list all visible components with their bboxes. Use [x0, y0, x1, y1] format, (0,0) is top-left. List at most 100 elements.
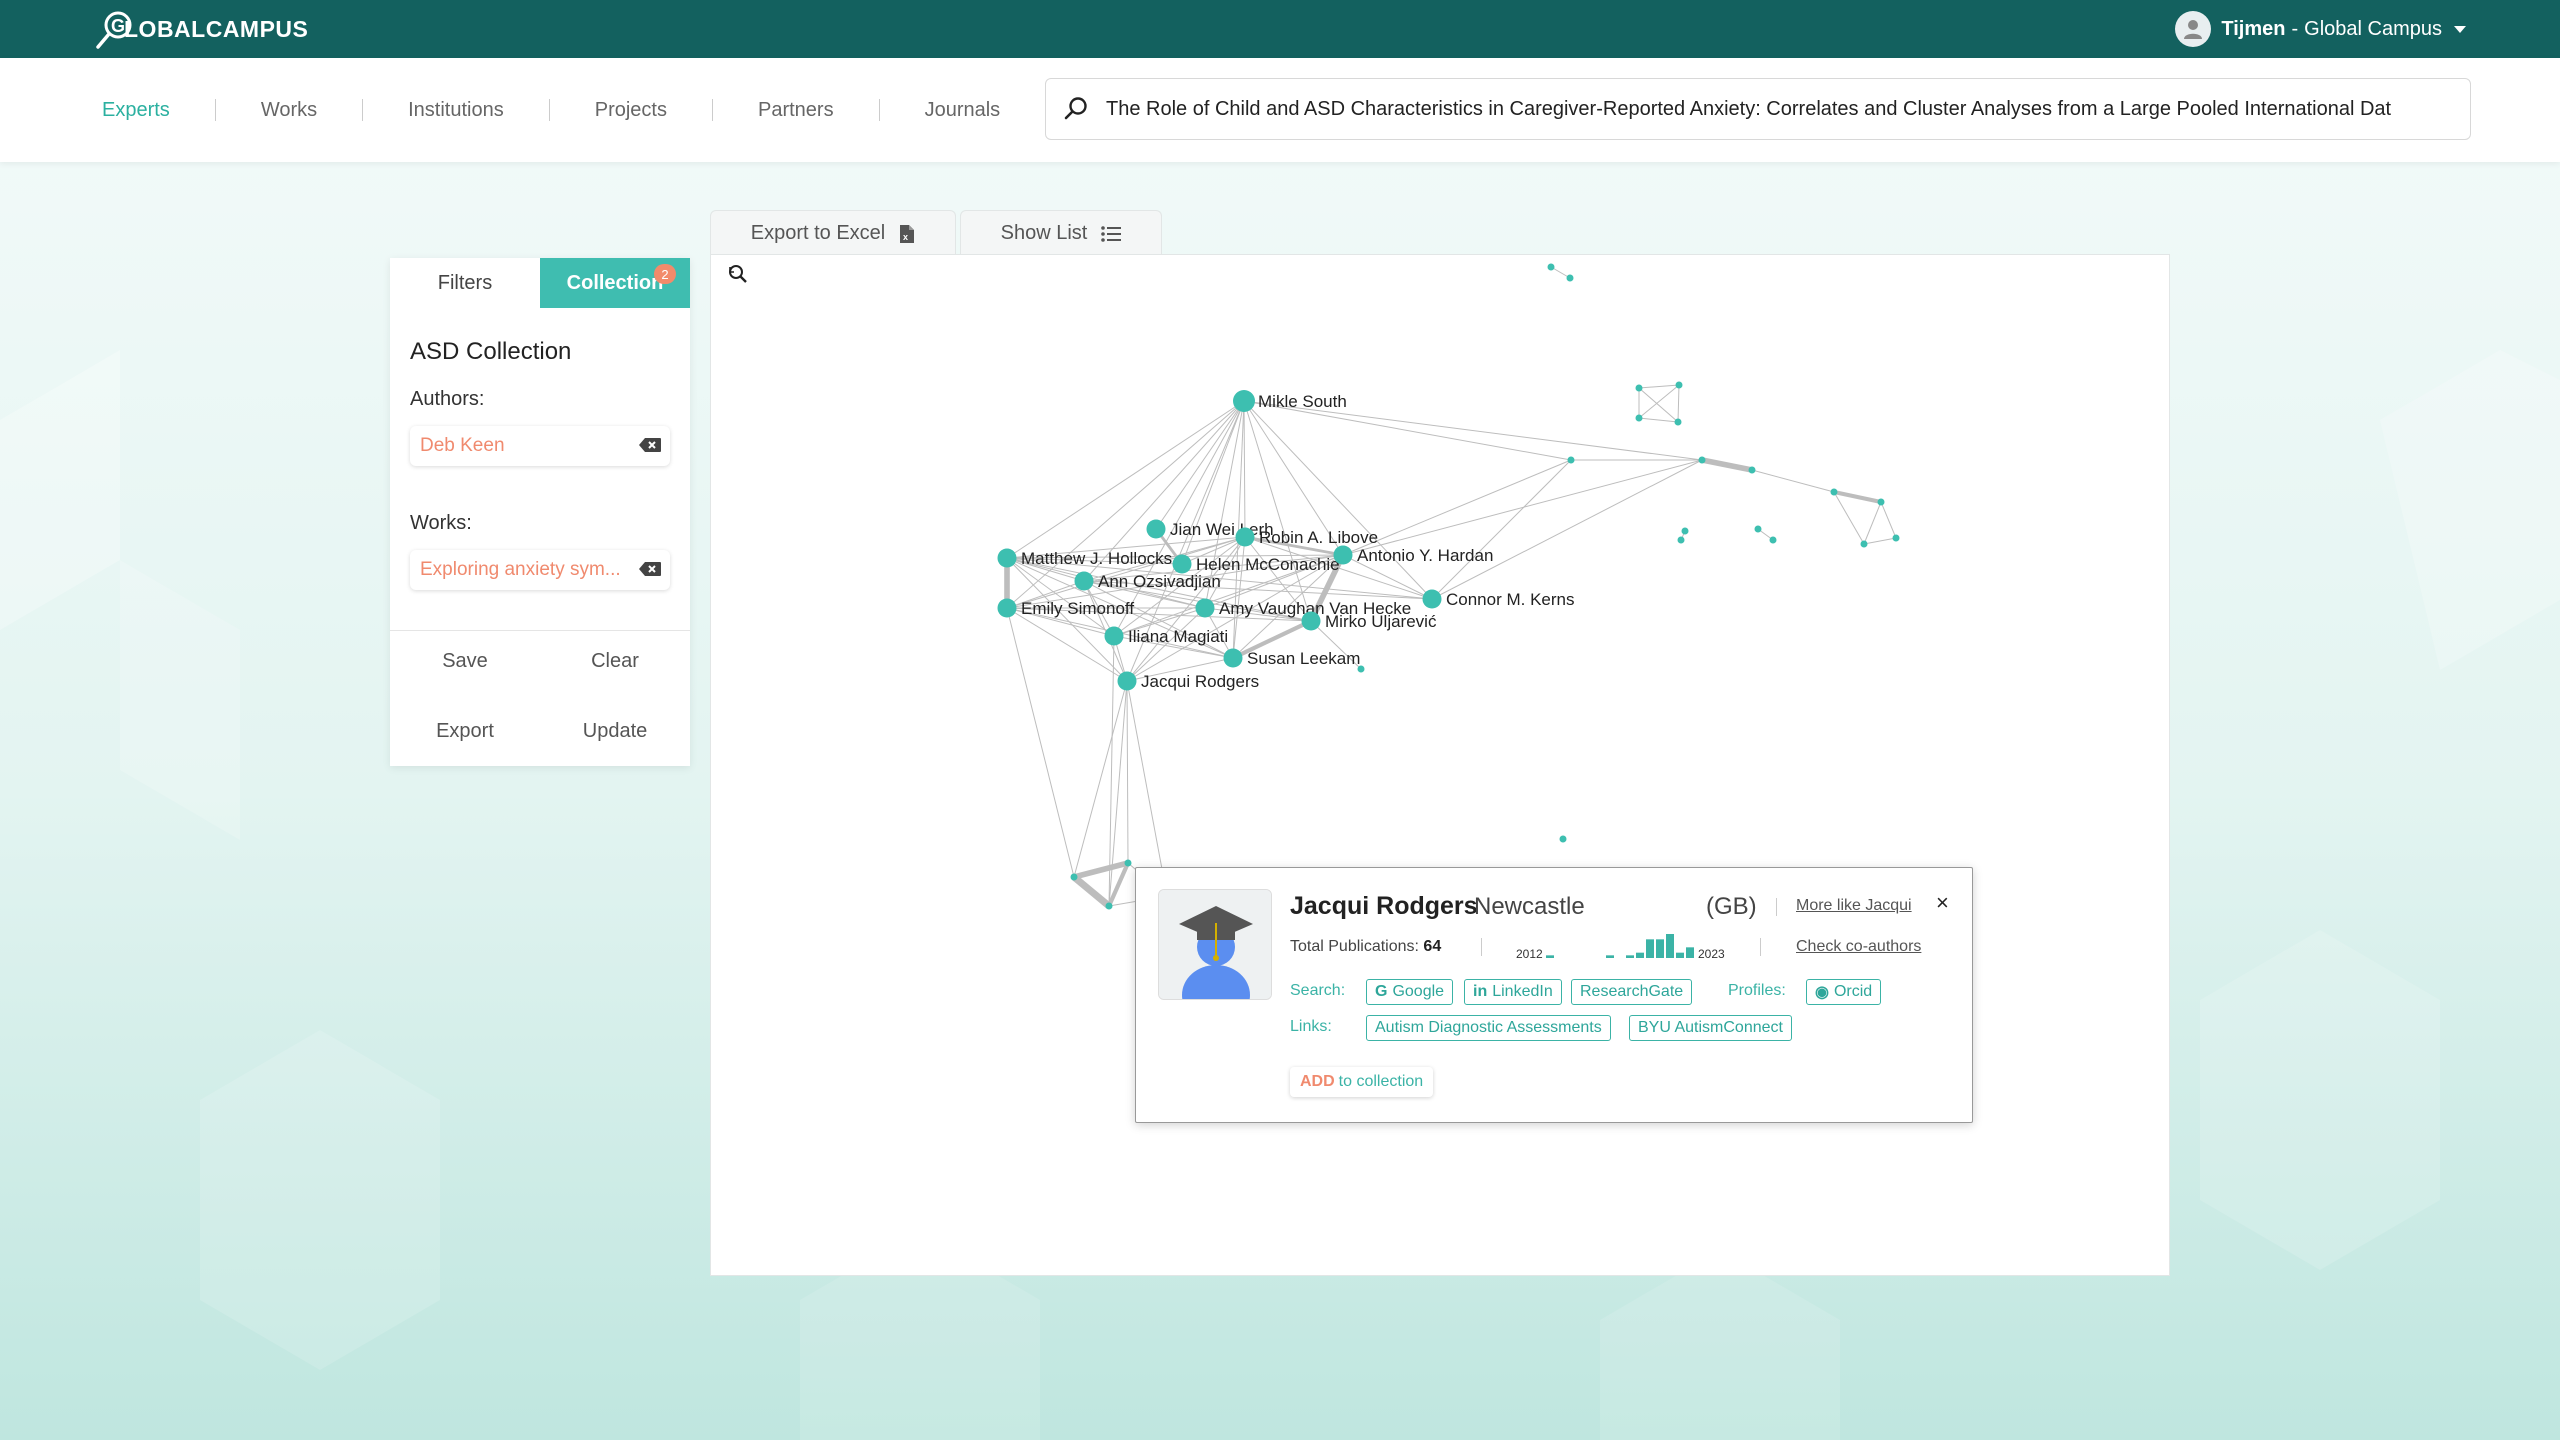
graph-node-minor[interactable]: [1070, 873, 1078, 881]
google-search-link[interactable]: G Google: [1366, 979, 1454, 1005]
add-to-collection-button[interactable]: ADD to collection: [1290, 1067, 1434, 1097]
graph-node-amy-vanhecke[interactable]: [1195, 598, 1215, 618]
search-icon[interactable]: [1046, 96, 1106, 122]
graph-node-minor[interactable]: [1754, 525, 1762, 533]
update-button[interactable]: Update: [540, 720, 690, 743]
graph-node-minor[interactable]: [1877, 498, 1885, 506]
tab-filters[interactable]: Filters: [390, 258, 540, 308]
graph-node-mirko-uljarevic[interactable]: [1301, 611, 1321, 631]
graph-node-minor[interactable]: [1860, 540, 1868, 548]
nav-divider: [362, 99, 364, 121]
work-chip-label: Exploring anxiety sym...: [420, 559, 621, 580]
clear-button[interactable]: Clear: [540, 650, 690, 673]
graph-node-label: Antonio Y. Hardan: [1357, 546, 1493, 565]
collection-panel: Filters Collection 2 ASD Collection Auth…: [390, 258, 690, 766]
orcid-profile-link[interactable]: ◉ Orcid: [1806, 979, 1882, 1005]
graph-node-minor[interactable]: [1559, 835, 1567, 843]
author-chip[interactable]: Deb Keen: [410, 426, 670, 466]
graph-node-minor[interactable]: [1675, 381, 1683, 389]
graph-node-minor[interactable]: [1830, 488, 1838, 496]
graph-node-minor[interactable]: [1748, 466, 1756, 474]
search-input[interactable]: The Role of Child and ASD Characteristic…: [1106, 98, 2446, 121]
graph-node-helen-mcconachie[interactable]: [1172, 554, 1192, 574]
graph-node-connor-kerns[interactable]: [1422, 589, 1442, 609]
coauthor-network-graph[interactable]: Mikle SouthJian Wei LerhRobin A. LiboveM…: [711, 255, 2171, 1277]
add-to-collection-label: to collection: [1338, 1073, 1424, 1090]
linkedin-search-link[interactable]: in LinkedIn: [1464, 979, 1562, 1005]
graph-node-antonio-hardan[interactable]: [1333, 545, 1353, 565]
total-publications-label: Total Publications:: [1290, 938, 1419, 955]
byu-autismconnect-label: BYU AutismConnect: [1638, 1019, 1783, 1036]
graph-node-minor[interactable]: [1566, 274, 1574, 282]
graph-edge: [1243, 400, 1312, 622]
list-icon: [1101, 225, 1122, 242]
graph-node-minor[interactable]: [1124, 859, 1132, 867]
graph-node-minor[interactable]: [1674, 418, 1682, 426]
graph-node-minor[interactable]: [1681, 527, 1689, 535]
graph-edge: [1006, 557, 1115, 637]
reset-zoom-icon[interactable]: [727, 263, 749, 290]
graph-edge: [1751, 469, 1835, 493]
graph-edge: [1006, 607, 1075, 878]
graph-node-minor[interactable]: [1698, 456, 1706, 464]
graph-node-minor[interactable]: [1635, 414, 1643, 422]
close-icon[interactable]: ×: [1936, 890, 1949, 916]
graph-node-minor[interactable]: [1769, 536, 1777, 544]
author-chip-label: Deb Keen: [420, 435, 505, 456]
tab-collection[interactable]: Collection 2: [540, 258, 690, 308]
graph-node-label: Ann Ozsivadjian: [1098, 572, 1221, 591]
byu-autismconnect-link[interactable]: BYU AutismConnect: [1629, 1015, 1792, 1041]
export-to-excel-button[interactable]: Export to Excel x: [710, 210, 956, 256]
save-button[interactable]: Save: [390, 650, 540, 673]
tab-partners[interactable]: Partners: [736, 99, 856, 122]
graph-node-label: Matthew J. Hollocks: [1021, 549, 1172, 568]
sparkline-end-year: 2023: [1698, 947, 1725, 961]
graph-edge: [1431, 459, 1703, 600]
tab-journals[interactable]: Journals: [903, 99, 1023, 122]
graph-node-minor[interactable]: [1892, 534, 1900, 542]
nav-divider: [548, 99, 550, 121]
graph-node-susan-leekam[interactable]: [1223, 648, 1243, 668]
search-bar[interactable]: The Role of Child and ASD Characteristic…: [1045, 78, 2471, 140]
graph-node-minor[interactable]: [1547, 263, 1555, 271]
autism-diagnostic-link[interactable]: Autism Diagnostic Assessments: [1366, 1015, 1611, 1041]
backspace-icon[interactable]: [638, 437, 662, 459]
graph-edge: [1638, 387, 1679, 423]
graph-node-minor[interactable]: [1677, 536, 1685, 544]
graph-edge: [1126, 680, 1168, 897]
graph-node-robin-libove[interactable]: [1235, 527, 1255, 547]
profiles-label: Profiles:: [1728, 982, 1786, 999]
user-menu[interactable]: Tijmen - Global Campus: [2175, 10, 2466, 48]
tab-works[interactable]: Works: [239, 99, 339, 122]
author-institution: Newcastle: [1474, 893, 1585, 920]
google-icon: G: [1375, 983, 1388, 1000]
graph-node-jacqui-rodgers[interactable]: [1117, 671, 1137, 691]
graph-edge: [1073, 860, 1129, 880]
backspace-icon[interactable]: [638, 561, 662, 583]
graph-edge: [1863, 537, 1897, 545]
sparkline-bar: [1626, 955, 1634, 958]
graph-node-iliana-maglati[interactable]: [1104, 626, 1124, 646]
logo-text: LOBALCAMPUS: [124, 15, 309, 42]
tab-institutions[interactable]: Institutions: [386, 99, 526, 122]
graph-node-label: Mirko Uljarević: [1325, 612, 1437, 631]
check-coauthors-link[interactable]: Check co-authors: [1796, 938, 1921, 956]
logo[interactable]: G LOBALCAMPUS: [94, 6, 308, 52]
tab-experts[interactable]: Experts: [80, 99, 192, 122]
more-like-link[interactable]: More like Jacqui: [1796, 897, 1912, 915]
show-list-button[interactable]: Show List: [960, 210, 1162, 256]
divider: [1760, 938, 1761, 956]
graph-node-jian-wei-lerh[interactable]: [1146, 519, 1166, 539]
researchgate-search-link[interactable]: ResearchGate: [1571, 979, 1693, 1005]
graph-node-mikle-south[interactable]: [1233, 390, 1255, 412]
graph-node-matthew-hollocks[interactable]: [997, 548, 1017, 568]
graph-node-label: Jacqui Rodgers: [1141, 672, 1259, 691]
graph-node-minor[interactable]: [1105, 902, 1113, 910]
graph-node-emily-simonoff[interactable]: [997, 598, 1017, 618]
work-chip[interactable]: Exploring anxiety sym...: [410, 550, 670, 590]
graph-node-minor[interactable]: [1567, 456, 1575, 464]
export-button[interactable]: Export: [390, 720, 540, 743]
tab-projects[interactable]: Projects: [573, 99, 689, 122]
graph-node-minor[interactable]: [1635, 384, 1643, 392]
graph-node-ann-ozsivadjian[interactable]: [1074, 571, 1094, 591]
